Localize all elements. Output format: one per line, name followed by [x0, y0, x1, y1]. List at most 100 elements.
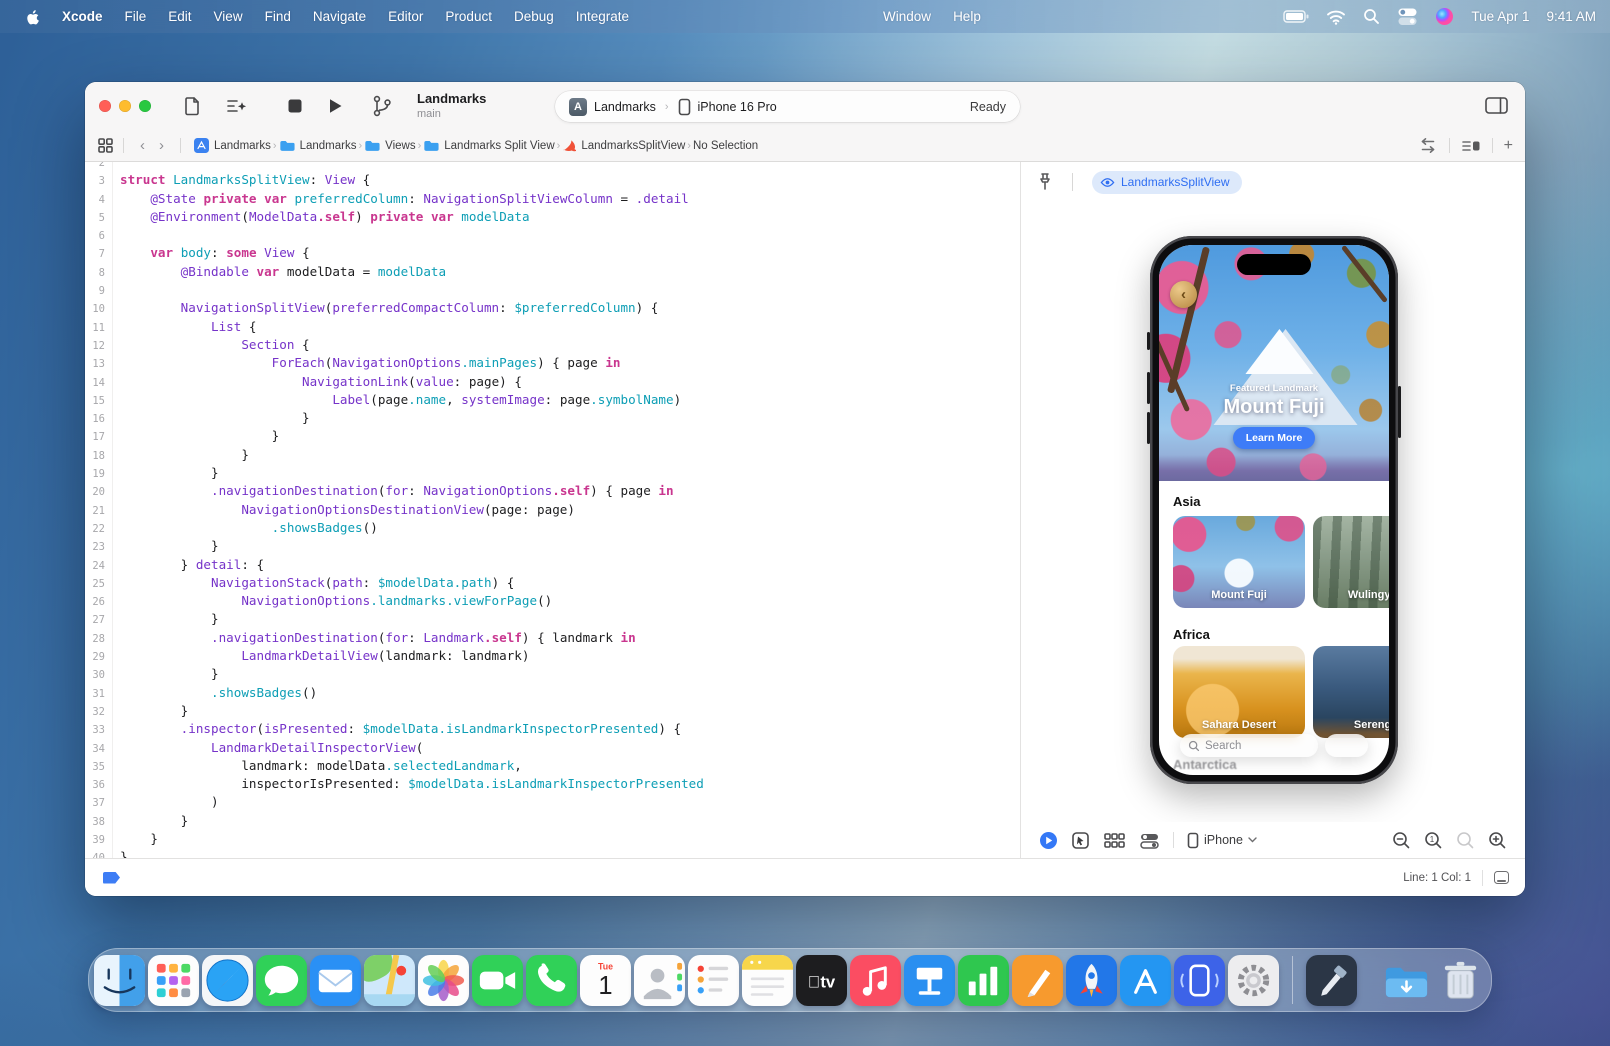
line-number[interactable]: 28 [85, 629, 105, 647]
landmark-card-sahara-desert[interactable]: Sahara Desert [1173, 646, 1305, 738]
scheme-selector[interactable]: A Landmarks › iPhone 16 Pro Ready [555, 91, 1020, 122]
dock-icon-contacts[interactable] [634, 955, 685, 1006]
code-line-6[interactable]: 6 [85, 226, 1020, 244]
breadcrumb-item-landmarks-split-view[interactable]: Landmarks Split View [423, 139, 554, 152]
related-items-icon[interactable] [97, 137, 114, 154]
code-editor[interactable]: 23struct LandmarksSplitView: View {4 @St… [85, 162, 1020, 858]
line-number[interactable]: 12 [85, 336, 105, 354]
close-button[interactable] [99, 100, 111, 112]
dock-icon-appletv[interactable]: tv [796, 955, 847, 1006]
minimize-button[interactable] [119, 100, 131, 112]
code-line-8[interactable]: 8 @Bindable var modelData = modelData [85, 263, 1020, 281]
dock-icon-safari[interactable] [202, 955, 253, 1006]
line-number[interactable]: 34 [85, 739, 105, 757]
menu-item-help[interactable]: Help [942, 9, 992, 24]
dock-icon-photos[interactable] [418, 955, 469, 1006]
breadcrumb-item-landmarks[interactable]: Landmarks [279, 139, 357, 152]
pin-icon[interactable] [1037, 172, 1053, 192]
line-number[interactable]: 9 [85, 281, 105, 299]
line-number[interactable]: 30 [85, 665, 105, 683]
editor-options-icon[interactable] [1461, 138, 1481, 154]
line-number[interactable]: 18 [85, 446, 105, 464]
line-number[interactable]: 32 [85, 702, 105, 720]
line-number[interactable]: 13 [85, 354, 105, 372]
code-line-36[interactable]: 36 inspectorIsPresented: $modelData.isLa… [85, 775, 1020, 793]
line-number[interactable]: 40 [85, 848, 105, 858]
tab-bar-segment[interactable] [1325, 734, 1368, 757]
line-number[interactable]: 8 [85, 263, 105, 281]
line-number[interactable]: 22 [85, 519, 105, 537]
line-number[interactable]: 29 [85, 647, 105, 665]
line-number[interactable]: 37 [85, 793, 105, 811]
dock-icon-reminders[interactable] [688, 955, 739, 1006]
code-line-28[interactable]: 28 .navigationDestination(for: Landmark.… [85, 629, 1020, 647]
menu-item-product[interactable]: Product [434, 9, 503, 24]
code-line-30[interactable]: 30 } [85, 665, 1020, 683]
learn-more-button[interactable]: Learn More [1233, 427, 1316, 449]
code-line-35[interactable]: 35 landmark: modelData.selectedLandmark, [85, 757, 1020, 775]
code-line-7[interactable]: 7 var body: some View { [85, 244, 1020, 262]
line-number[interactable]: 35 [85, 757, 105, 775]
zoom-in-icon[interactable] [1488, 831, 1507, 850]
iphone-screen[interactable]: ‹ Featured Landmark Mount Fuji Learn Mor… [1159, 245, 1389, 775]
line-number[interactable]: 33 [85, 720, 105, 738]
code-line-32[interactable]: 32 } [85, 702, 1020, 720]
menu-item-file[interactable]: File [114, 9, 158, 24]
code-line-40[interactable]: 40} [85, 848, 1020, 858]
dock-icon-facetime[interactable] [472, 955, 523, 1006]
line-number[interactable]: 39 [85, 830, 105, 848]
preview-device-selector[interactable]: iPhone [1187, 832, 1257, 849]
dock-icon-music[interactable] [850, 955, 901, 1006]
back-button[interactable]: ‹ [1170, 281, 1197, 308]
code-line-37[interactable]: 37 ) [85, 793, 1020, 811]
code-line-31[interactable]: 31 .showsBadges() [85, 684, 1020, 702]
line-number[interactable]: 6 [85, 226, 105, 244]
line-number[interactable]: 10 [85, 299, 105, 317]
code-line-24[interactable]: 24 } detail: { [85, 556, 1020, 574]
dock-icon-numbers[interactable] [958, 955, 1009, 1006]
code-review-icon[interactable] [1418, 137, 1438, 155]
zoom-button[interactable] [139, 100, 151, 112]
zoom-100-icon[interactable]: 1 [1424, 831, 1443, 850]
dock-icon-maps[interactable] [364, 955, 415, 1006]
code-line-16[interactable]: 16 } [85, 409, 1020, 427]
line-number[interactable]: 27 [85, 610, 105, 628]
line-number[interactable]: 14 [85, 373, 105, 391]
landmark-card-serengeti[interactable]: Serengeti [1313, 646, 1389, 738]
search-bar[interactable]: Search [1180, 734, 1318, 757]
device-settings-icon[interactable] [1139, 831, 1160, 850]
code-line-18[interactable]: 18 } [85, 446, 1020, 464]
menu-item-editor[interactable]: Editor [377, 9, 434, 24]
forward-button[interactable]: › [152, 137, 171, 154]
spotlight-icon[interactable] [1363, 8, 1380, 25]
scheme-app-label[interactable]: Landmarks [594, 100, 656, 114]
line-number[interactable]: 36 [85, 775, 105, 793]
dock-icon-apps[interactable] [148, 955, 199, 1006]
dock-icon-pages[interactable] [1012, 955, 1063, 1006]
dock-icon-launchpad[interactable] [1066, 955, 1117, 1006]
dock-icon-settings[interactable] [1228, 955, 1279, 1006]
back-button[interactable]: ‹ [133, 137, 152, 154]
code-line-33[interactable]: 33 .inspector(isPresented: $modelData.is… [85, 720, 1020, 738]
code-line-17[interactable]: 17 } [85, 427, 1020, 445]
code-line-34[interactable]: 34 LandmarkDetailInspectorView( [85, 739, 1020, 757]
code-line-9[interactable]: 9 [85, 281, 1020, 299]
dock-icon-notes[interactable] [742, 955, 793, 1006]
tag-icon[interactable] [103, 872, 120, 884]
code-line-4[interactable]: 4 @State private var preferredColumn: Na… [85, 190, 1020, 208]
breadcrumb-item-views[interactable]: Views [364, 139, 415, 152]
sparkle-list-icon[interactable] [225, 95, 249, 117]
breadcrumb-item-no-selection[interactable]: No Selection [693, 140, 758, 152]
line-number[interactable]: 11 [85, 318, 105, 336]
control-center-icon[interactable] [1397, 6, 1418, 27]
dock-icon-xcode[interactable] [1306, 955, 1357, 1006]
apple-menu[interactable] [14, 8, 51, 26]
run-icon[interactable] [325, 96, 345, 116]
code-line-3[interactable]: 3struct LandmarksSplitView: View { [85, 171, 1020, 189]
menu-item-integrate[interactable]: Integrate [565, 9, 640, 24]
stop-icon[interactable] [285, 96, 305, 116]
line-number[interactable]: 26 [85, 592, 105, 610]
line-number[interactable]: 3 [85, 171, 105, 189]
dock-icon-mail[interactable] [310, 955, 361, 1006]
menu-item-window[interactable]: Window [872, 9, 942, 24]
